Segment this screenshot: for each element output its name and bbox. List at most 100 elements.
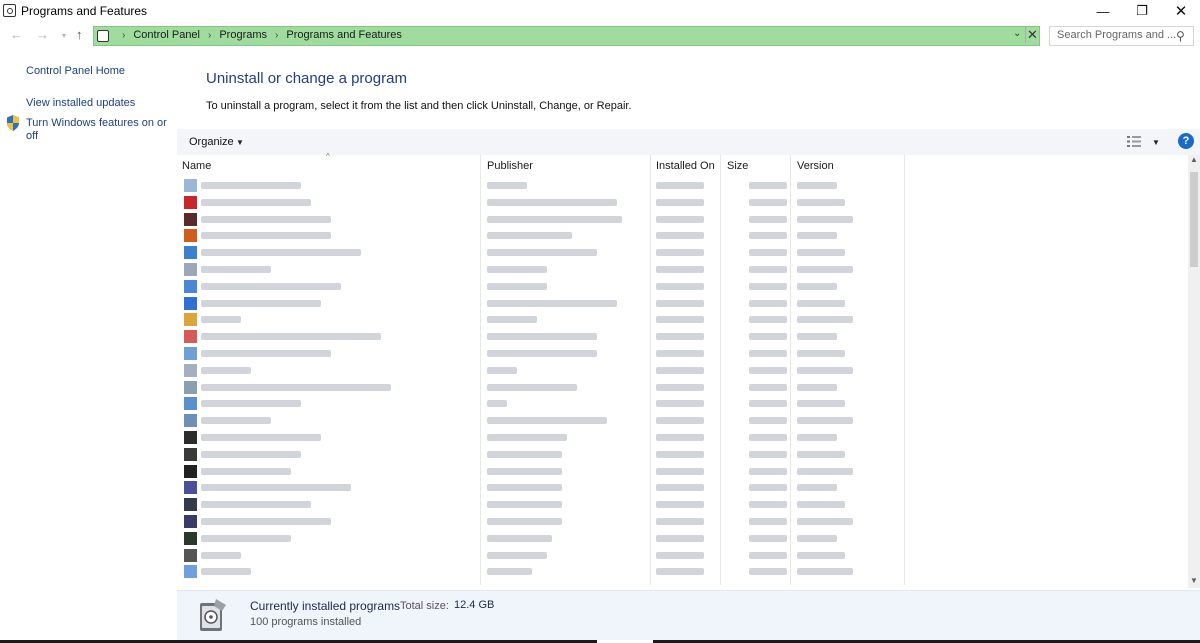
program-version-cell	[797, 215, 853, 223]
sort-ascending-icon: ^	[326, 152, 330, 161]
program-icon	[184, 481, 197, 495]
view-options-icon[interactable]	[1127, 136, 1141, 147]
windows-features-link[interactable]: Turn Windows features on or off	[26, 117, 176, 143]
program-name-cell	[201, 282, 341, 290]
table-row[interactable]	[177, 261, 905, 278]
details-title: Currently installed programs	[250, 599, 401, 613]
total-size-label: Total size:	[400, 600, 449, 612]
table-row[interactable]	[177, 412, 905, 429]
column-header-size[interactable]: Size	[727, 160, 748, 172]
program-name-cell	[201, 366, 251, 374]
program-publisher-cell	[487, 333, 597, 341]
program-publisher-cell	[487, 450, 562, 458]
program-version-cell	[797, 501, 845, 509]
forward-arrow-icon[interactable]: →	[36, 27, 49, 42]
up-arrow-icon[interactable]: ↑	[76, 27, 83, 42]
program-installed-on-cell	[656, 568, 704, 576]
help-icon[interactable]: ?	[1178, 133, 1194, 149]
breadcrumb-separator-icon[interactable]: ›	[275, 30, 278, 41]
table-row[interactable]	[177, 345, 905, 362]
table-row[interactable]	[177, 244, 905, 261]
address-clear-icon[interactable]: ✕	[1025, 27, 1039, 43]
program-size-cell	[749, 333, 787, 341]
column-header-version[interactable]: Version	[797, 160, 834, 172]
view-caret-icon[interactable]: ▼	[1152, 138, 1160, 147]
table-row[interactable]	[177, 479, 905, 496]
table-row[interactable]	[177, 278, 905, 295]
table-row[interactable]	[177, 177, 905, 194]
breadcrumb-control-panel[interactable]: Control Panel	[133, 29, 200, 41]
installed-programs-icon	[200, 599, 226, 631]
program-version-cell	[797, 333, 837, 341]
program-installed-on-cell	[656, 366, 704, 374]
program-size-cell	[749, 232, 787, 240]
program-name-cell	[201, 350, 331, 357]
search-icon[interactable]: ⚲	[1176, 29, 1185, 43]
program-installed-on-cell	[656, 249, 704, 257]
table-row[interactable]	[177, 395, 905, 412]
program-publisher-cell	[487, 434, 567, 441]
table-row[interactable]	[177, 211, 905, 228]
program-version-cell	[797, 249, 845, 257]
organize-button[interactable]: Organize	[189, 136, 234, 148]
program-publisher-cell	[487, 534, 552, 542]
table-row[interactable]	[177, 496, 905, 513]
table-row[interactable]	[177, 513, 905, 530]
program-name-cell	[201, 400, 301, 408]
program-icon	[184, 179, 197, 192]
scroll-up-icon[interactable]: ▲	[1190, 155, 1198, 164]
program-size-cell	[749, 316, 787, 324]
program-icon	[184, 229, 197, 243]
organize-caret-icon[interactable]: ▼	[236, 138, 244, 147]
program-size-cell	[749, 249, 787, 257]
program-size-cell	[749, 467, 787, 475]
table-row[interactable]	[177, 311, 905, 328]
breadcrumb-programs[interactable]: Programs	[219, 29, 267, 41]
page-instructions: To uninstall a program, select it from t…	[206, 100, 632, 112]
table-row[interactable]	[177, 362, 905, 379]
address-dropdown-icon[interactable]: ⌄	[1013, 28, 1021, 39]
program-version-cell	[797, 266, 853, 273]
program-size-cell	[749, 198, 787, 206]
table-row[interactable]	[177, 379, 905, 396]
back-arrow-icon[interactable]: ←	[10, 27, 23, 42]
table-row[interactable]	[177, 446, 905, 463]
table-row[interactable]	[177, 295, 905, 312]
program-icon	[184, 313, 197, 327]
breadcrumb-programs-and-features[interactable]: Programs and Features	[286, 29, 402, 41]
title-bar: Programs and Features — ❐ ✕	[0, 0, 1200, 22]
address-bar[interactable]: › Control Panel › Programs › Programs an…	[93, 26, 1040, 46]
view-installed-updates-link[interactable]: View installed updates	[26, 97, 135, 109]
search-input[interactable]: Search Programs and ...	[1049, 26, 1194, 46]
program-list[interactable]	[177, 177, 905, 587]
column-header-publisher[interactable]: Publisher	[487, 160, 533, 172]
vertical-scrollbar[interactable]: ▲ ▼	[1188, 155, 1200, 588]
program-installed-on-cell	[656, 434, 704, 441]
close-button[interactable]: ✕	[1162, 0, 1200, 22]
recent-locations-icon[interactable]: ▾	[62, 31, 66, 40]
program-version-cell	[797, 450, 845, 458]
column-header-installed-on[interactable]: Installed On	[656, 160, 715, 172]
program-installed-on-cell	[656, 551, 704, 559]
scrollbar-thumb[interactable]	[1190, 172, 1198, 267]
program-size-cell	[749, 450, 787, 458]
program-version-cell	[797, 534, 837, 542]
table-row[interactable]	[177, 429, 905, 446]
minimize-button[interactable]: —	[1084, 0, 1122, 22]
table-row[interactable]	[177, 227, 905, 244]
program-name-cell	[201, 501, 311, 509]
program-icon	[184, 464, 197, 478]
program-version-cell	[797, 182, 837, 189]
restore-button[interactable]: ❐	[1123, 0, 1161, 22]
control-panel-home-link[interactable]: Control Panel Home	[26, 65, 125, 77]
column-header-name[interactable]: Name	[182, 160, 211, 172]
table-row[interactable]	[177, 194, 905, 211]
breadcrumb-separator-icon[interactable]: ›	[208, 30, 211, 41]
scroll-down-icon[interactable]: ▼	[1190, 576, 1198, 585]
program-installed-on-cell	[656, 182, 704, 189]
table-row[interactable]	[177, 547, 905, 564]
table-row[interactable]	[177, 530, 905, 547]
table-row[interactable]	[177, 563, 905, 580]
table-row[interactable]	[177, 463, 905, 480]
table-row[interactable]	[177, 328, 905, 345]
